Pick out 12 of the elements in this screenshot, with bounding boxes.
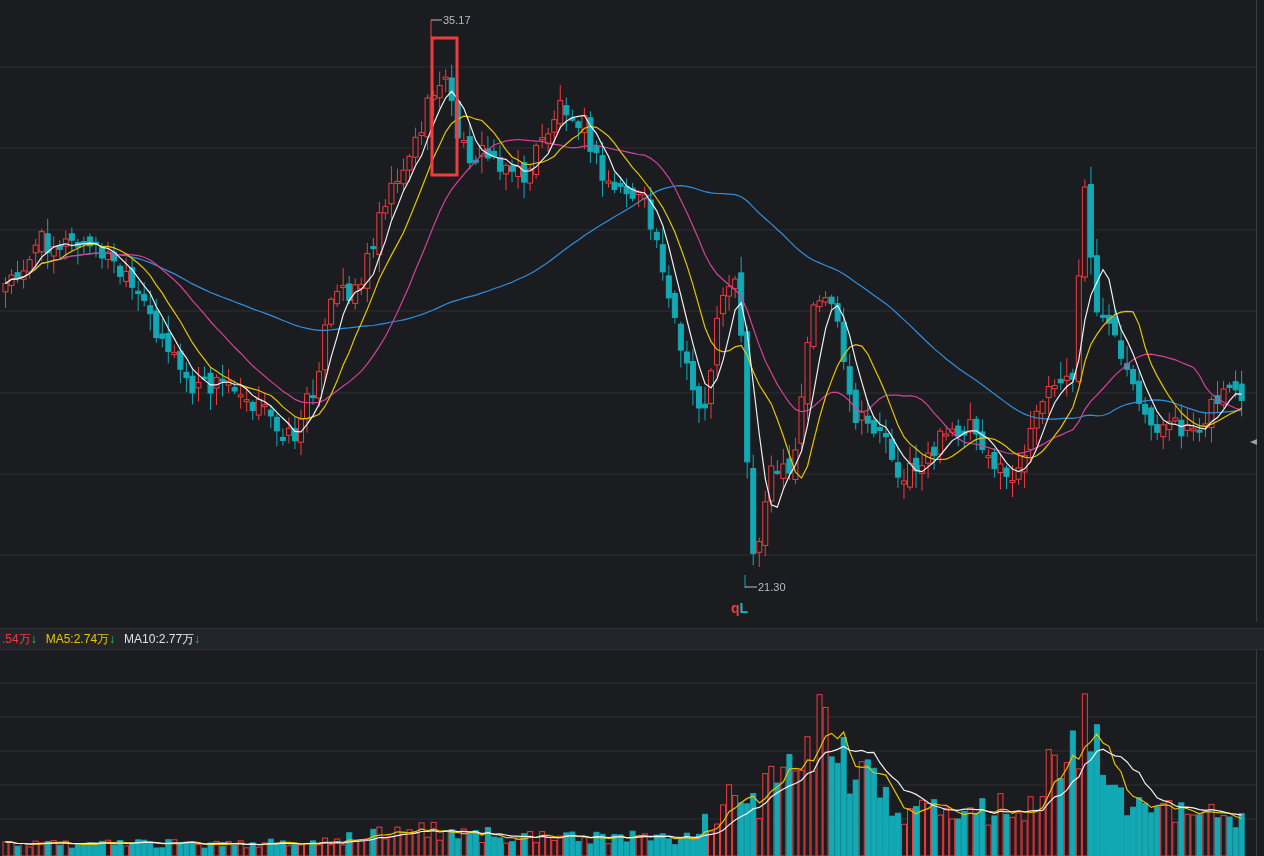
price-pointer-icon	[1250, 439, 1257, 445]
legend-value: MA5:2.74万	[45, 631, 110, 648]
legend-value: MA10:2.77万	[124, 631, 195, 648]
high-marker-line	[430, 19, 443, 39]
trend-arrow: ↓	[194, 631, 201, 648]
signal-mark: qL	[731, 600, 749, 616]
legend-value: .54万	[2, 631, 31, 648]
trend-arrow: ↓	[30, 631, 37, 648]
trend-arrow: ↓	[109, 631, 116, 648]
low-marker-line	[744, 574, 758, 589]
high-price-label: 35.17	[443, 14, 471, 26]
low-price-label: 21.30	[758, 581, 786, 593]
